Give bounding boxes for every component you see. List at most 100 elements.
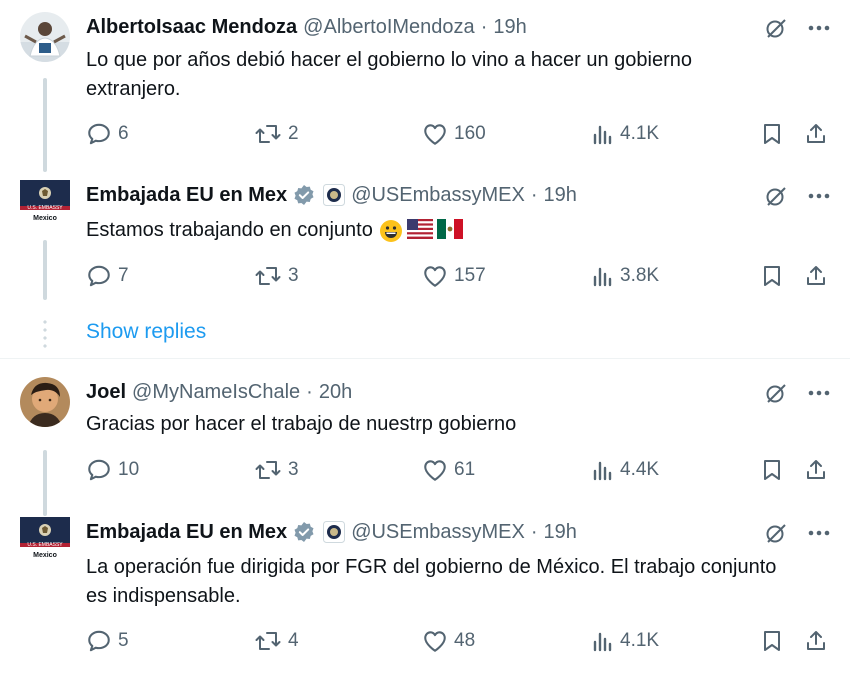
views-icon	[592, 630, 614, 652]
tweet[interactable]: U.S. EMBASSY Mexico Embajada EU en Mex @…	[0, 517, 850, 667]
views-button[interactable]: 4.1K	[592, 630, 659, 652]
tweet-text-block: Estamos trabajando en conjunto	[86, 216, 786, 245]
bookmark-icon	[762, 264, 782, 288]
bookmark-icon	[762, 122, 782, 146]
retweet-icon	[254, 121, 282, 147]
timestamp[interactable]: 19h	[544, 521, 577, 544]
flag-mx-icon	[436, 218, 463, 239]
user-handle[interactable]: @AlbertoIMendoza	[303, 16, 475, 39]
share-button[interactable]	[804, 458, 828, 482]
reply-count: 7	[118, 265, 129, 286]
heart-icon	[422, 122, 448, 146]
retweet-count: 2	[288, 123, 299, 144]
user-handle[interactable]: @MyNameIsChale	[132, 381, 300, 404]
more-options-icon[interactable]	[808, 389, 830, 397]
reply-icon	[86, 628, 112, 654]
heart-icon	[422, 458, 448, 482]
views-icon	[592, 459, 614, 481]
share-icon	[804, 264, 828, 288]
verified-badge-icon	[293, 521, 315, 543]
grok-icon[interactable]	[764, 521, 788, 545]
views-button[interactable]: 4.4K	[592, 459, 659, 481]
display-name[interactable]: AlbertoIsaac Mendoza	[86, 16, 297, 39]
avatar-label: Mexico	[33, 552, 57, 559]
tweet[interactable]: AlbertoIsaac Mendoza @AlbertoIMendoza · …	[0, 12, 850, 162]
avatar[interactable]: U.S. EMBASSY Mexico	[20, 180, 70, 230]
avatar[interactable]	[20, 12, 70, 62]
more-options-icon[interactable]	[808, 529, 830, 537]
timestamp[interactable]: 20h	[319, 381, 352, 404]
share-icon	[804, 629, 828, 653]
show-replies-link[interactable]: Show replies	[86, 320, 206, 344]
timestamp[interactable]: 19h	[544, 184, 577, 207]
user-handle[interactable]: @USEmbassyMEX	[351, 521, 525, 544]
views-icon	[592, 123, 614, 145]
share-button[interactable]	[804, 264, 828, 288]
tweet-header: Joel @MyNameIsChale · 20h	[86, 377, 352, 407]
retweet-button[interactable]: 3	[254, 263, 299, 289]
tweet[interactable]: Joel @MyNameIsChale · 20h Gracias por ha…	[0, 377, 850, 497]
share-icon	[804, 122, 828, 146]
bookmark-icon	[762, 458, 782, 482]
bookmark-button[interactable]	[762, 264, 782, 288]
bookmark-button[interactable]	[762, 458, 782, 482]
retweet-button[interactable]: 2	[254, 121, 299, 147]
like-button[interactable]: 48	[422, 629, 475, 653]
views-button[interactable]: 4.1K	[592, 123, 659, 145]
retweet-icon	[254, 628, 282, 654]
reply-feed: AlbertoIsaac Mendoza @AlbertoIMendoza · …	[0, 0, 850, 675]
divider	[0, 358, 850, 359]
display-name[interactable]: Embajada EU en Mex	[86, 521, 287, 544]
like-count: 160	[454, 123, 486, 144]
bookmark-button[interactable]	[762, 629, 782, 653]
reply-count: 5	[118, 630, 129, 651]
tweet[interactable]: U.S. EMBASSY Mexico Embajada EU en Mex @…	[0, 180, 850, 315]
retweet-icon	[254, 263, 282, 289]
avatar-label: Mexico	[33, 215, 57, 222]
tweet-text: Estamos trabajando en conjunto	[86, 219, 373, 241]
bookmark-button[interactable]	[762, 122, 782, 146]
tweet-text: Gracias por hacer el trabajo de nuestrp …	[86, 413, 517, 435]
share-button[interactable]	[804, 122, 828, 146]
display-name[interactable]: Embajada EU en Mex	[86, 184, 287, 207]
retweet-button[interactable]: 3	[254, 457, 299, 483]
share-button[interactable]	[804, 629, 828, 653]
timestamp[interactable]: 19h	[493, 16, 526, 39]
heart-icon	[422, 629, 448, 653]
reply-button[interactable]: 6	[86, 121, 129, 147]
reply-icon	[86, 263, 112, 289]
reply-button[interactable]: 10	[86, 457, 139, 483]
flag-us-icon	[406, 218, 433, 239]
views-count: 4.4K	[620, 459, 660, 480]
grok-icon[interactable]	[764, 16, 788, 40]
more-options-icon[interactable]	[808, 192, 830, 200]
user-handle[interactable]: @USEmbassyMEX	[351, 184, 525, 207]
display-name[interactable]: Joel	[86, 381, 126, 404]
grok-icon[interactable]	[764, 381, 788, 405]
emoji-group	[379, 218, 463, 243]
grok-icon[interactable]	[764, 184, 788, 208]
separator: ·	[306, 380, 313, 403]
tweet-header: AlbertoIsaac Mendoza @AlbertoIMendoza · …	[86, 12, 527, 42]
like-button[interactable]: 160	[422, 122, 486, 146]
like-count: 157	[454, 265, 486, 286]
retweet-count: 3	[288, 265, 299, 286]
reply-button[interactable]: 5	[86, 628, 129, 654]
retweet-count: 4	[288, 630, 299, 651]
more-options-icon[interactable]	[808, 24, 830, 32]
reply-icon	[86, 457, 112, 483]
like-button[interactable]: 157	[422, 264, 486, 288]
separator: ·	[480, 15, 488, 38]
avatar[interactable]: U.S. EMBASSY Mexico	[20, 517, 70, 567]
tweet-header: Embajada EU en Mex @USEmbassyMEX · 19h	[86, 517, 577, 547]
reply-count: 10	[118, 459, 140, 480]
avatar[interactable]	[20, 377, 70, 427]
affiliation-seal-icon[interactable]	[323, 521, 346, 543]
affiliation-seal-icon[interactable]	[323, 184, 346, 206]
like-button[interactable]: 61	[422, 458, 475, 482]
thread-dots	[43, 318, 47, 350]
views-icon	[592, 265, 614, 287]
reply-button[interactable]: 7	[86, 263, 129, 289]
retweet-button[interactable]: 4	[254, 628, 299, 654]
views-button[interactable]: 3.8K	[592, 265, 659, 287]
